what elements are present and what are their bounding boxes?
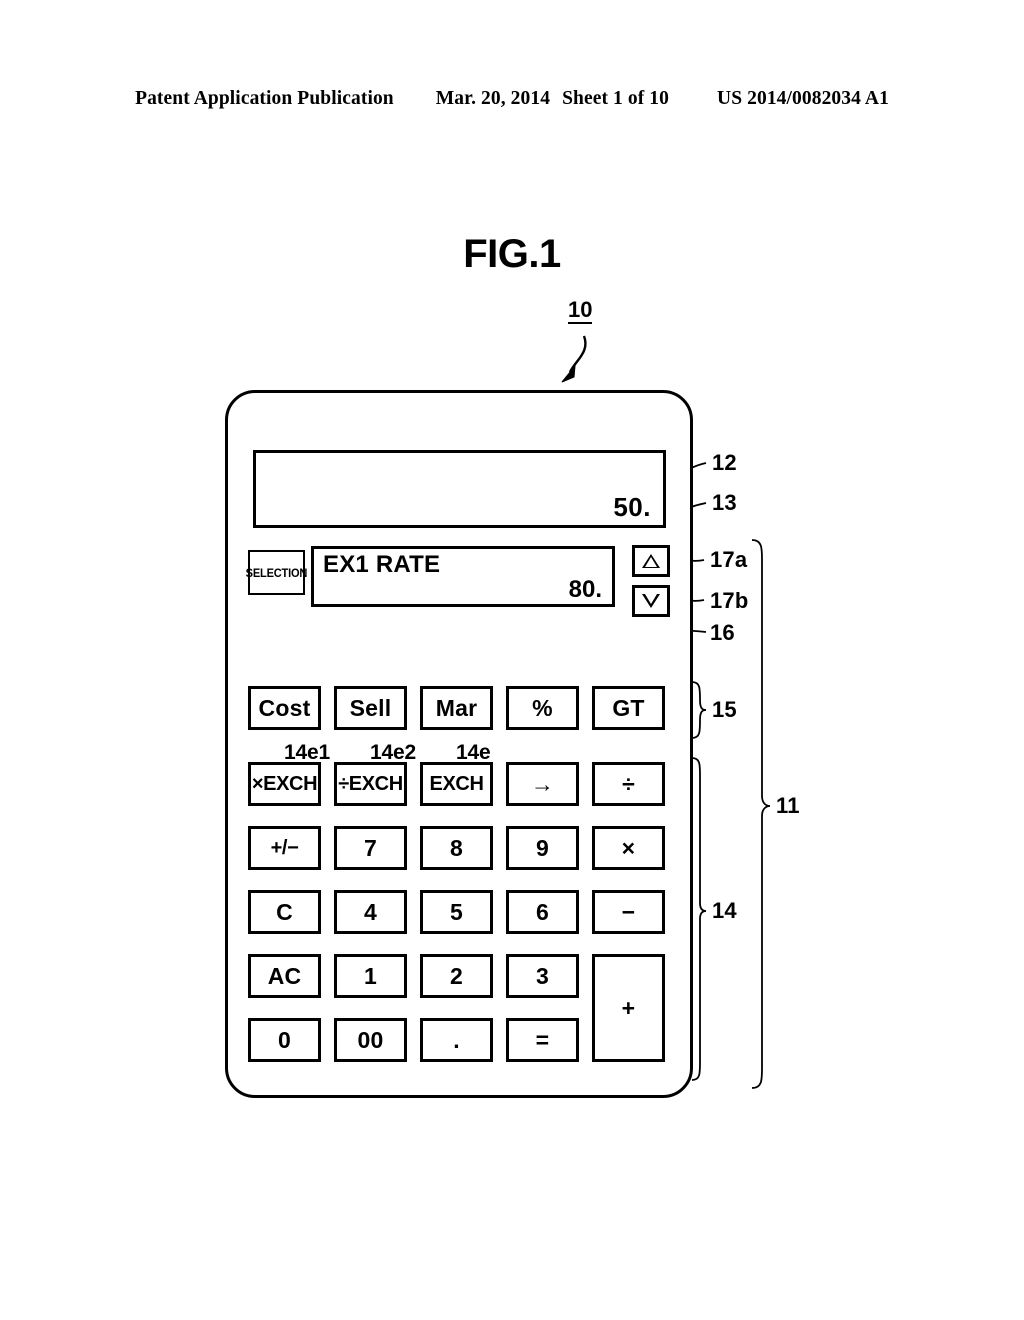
reference-numeral-17a: 17a [710,547,748,572]
function-key-mar-label: Mar [435,694,478,721]
key-exch-label: EXCH [429,773,484,795]
key-9-label: 9 [536,834,549,861]
reference-numeral-17b: 17b [710,588,749,613]
key-0-label: 0 [278,1026,291,1053]
triangle-up-icon [642,554,660,568]
function-key-cost[interactable]: Cost [248,686,321,730]
function-key-gt-label: GT [612,694,645,721]
reference-numeral-13: 13 [712,490,737,515]
reference-numeral-14: 14 [712,898,737,923]
key-times-label: × [621,834,636,861]
key-6[interactable]: 6 [506,890,579,934]
main-display: 50. [253,450,666,528]
key-8-label: 8 [450,834,463,861]
key-plus[interactable]: + [592,954,665,1062]
function-key-gt[interactable]: GT [592,686,665,730]
key-equals-label: = [535,1026,550,1053]
reference-numeral-12: 12 [712,450,737,475]
sub-display: EX1 RATE 80. [311,546,615,607]
key-8[interactable]: 8 [420,826,493,870]
key-00-label: 00 [357,1026,384,1053]
key-exch[interactable]: EXCH [420,762,493,806]
function-key-percent-label: % [532,694,553,721]
key-dot-label: . [453,1026,460,1053]
sheet-number: Sheet 1 of 10 [562,88,670,109]
key-2[interactable]: 2 [420,954,493,998]
patent-number: US 2014/0082034 A1 [717,88,889,109]
key-divexch-label: ÷EXCH [338,773,403,795]
reference-numeral-10: 10 [568,298,593,325]
key-3[interactable]: 3 [506,954,579,998]
sub-display-label: EX1 RATE [323,551,441,578]
main-display-value: 50. [613,492,651,522]
key-9[interactable]: 9 [506,826,579,870]
function-key-mar[interactable]: Mar [420,686,493,730]
key-divexch[interactable]: ÷EXCH [334,762,407,806]
function-key-sell-label: Sell [349,694,392,721]
publication-date: Mar. 20, 2014 [435,88,551,109]
key-c-label: C [276,898,293,925]
key-arrow-right[interactable]: → [506,762,579,806]
publication-label: Patent Application Publication [135,88,394,109]
key-6-label: 6 [536,898,549,925]
reference-numeral-16: 16 [710,620,735,645]
key-ac[interactable]: AC [248,954,321,998]
key-plus-label: + [621,994,636,1021]
key-0[interactable]: 0 [248,1018,321,1062]
key-plus-minus[interactable]: +/− [248,826,321,870]
selection-button-label: SELECTION [245,565,308,580]
key-c[interactable]: C [248,890,321,934]
scroll-down-button[interactable] [632,585,670,617]
key-div-label: ÷ [622,770,635,797]
triangle-down-icon [642,594,660,608]
key-minus-label: − [621,898,636,925]
key-dot[interactable]: . [420,1018,493,1062]
key-arrow-right-label: → [530,770,555,797]
scroll-up-button[interactable] [632,545,670,577]
patent-header: Patent Application Publication Mar. 20, … [0,88,1024,110]
selection-button[interactable]: SELECTION [245,550,308,595]
key-7[interactable]: 7 [334,826,407,870]
key-5-label: 5 [450,898,463,925]
key-timesexch-label: ×EXCH [251,773,318,795]
key-1[interactable]: 1 [334,954,407,998]
key-minus[interactable]: − [592,890,665,934]
key-00[interactable]: 00 [334,1018,407,1062]
key-5[interactable]: 5 [420,890,493,934]
key-div[interactable]: ÷ [592,762,665,806]
key-4-label: 4 [364,898,377,925]
function-key-percent[interactable]: % [506,686,579,730]
key-1-label: 1 [364,962,377,989]
key-4[interactable]: 4 [334,890,407,934]
reference-numeral-14e2: 14e2 [370,741,416,764]
figure-title: FIG.1 [463,232,561,276]
key-equals[interactable]: = [506,1018,579,1062]
key-7-label: 7 [364,834,377,861]
key-times[interactable]: × [592,826,665,870]
reference-numeral-14e: 14e [456,741,491,764]
reference-numeral-15: 15 [712,697,737,722]
function-key-cost-label: Cost [258,694,311,721]
key-timesexch[interactable]: ×EXCH [248,762,321,806]
reference-numeral-14e1: 14e1 [284,741,330,764]
sub-display-value: 80. [568,576,602,603]
key-3-label: 3 [536,962,549,989]
key-plus-minus-label: +/− [270,837,299,859]
function-key-sell[interactable]: Sell [334,686,407,730]
key-ac-label: AC [267,962,302,989]
reference-numeral-11: 11 [776,793,800,818]
key-2-label: 2 [450,962,463,989]
